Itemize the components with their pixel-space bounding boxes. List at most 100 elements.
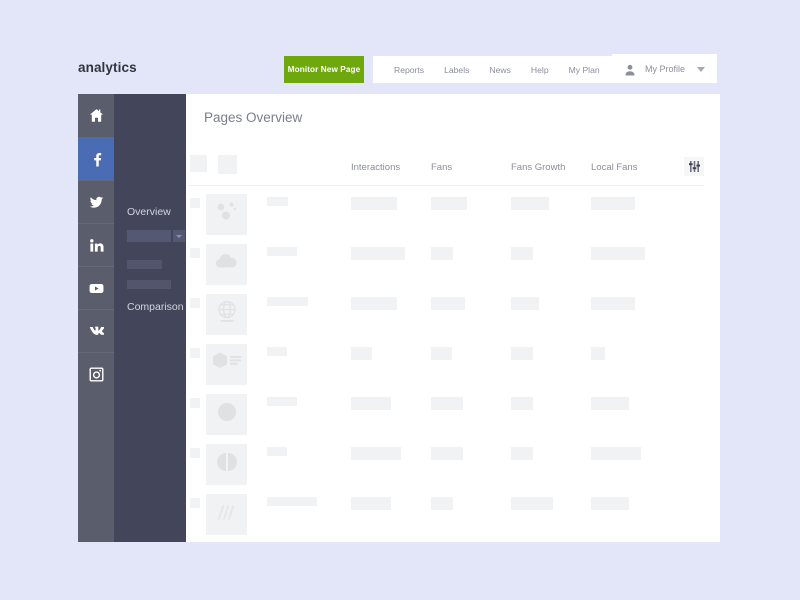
linkedin-icon: [89, 238, 104, 253]
page-title: Pages Overview: [204, 110, 303, 125]
column-header-local-fans[interactable]: Local Fans: [591, 162, 637, 173]
youtube-icon: [89, 281, 104, 296]
dashboard-card: Overview Comparison Pages Overview Inter…: [78, 94, 720, 542]
page-thumbnail: [206, 244, 247, 285]
nav-item-labels[interactable]: Labels: [434, 65, 479, 75]
social-network-rail: [78, 94, 114, 542]
top-bar: analytics Monitor New Page Reports Labels…: [0, 0, 800, 94]
monitor-new-page-button[interactable]: Monitor New Page: [284, 56, 364, 83]
instagram-icon: [89, 367, 104, 382]
header-placeholder-checkbox[interactable]: [190, 155, 207, 172]
secondary-panel: Overview Comparison: [114, 94, 186, 542]
metric-placeholder: [591, 497, 629, 510]
split-circle-icon: [212, 447, 242, 482]
metric-placeholder: [431, 397, 463, 410]
nav-item-news[interactable]: News: [479, 65, 521, 75]
table-row[interactable]: [186, 294, 720, 344]
main-nav: Reports Labels News Help My Plan: [373, 56, 621, 83]
nav-item-my-plan[interactable]: My Plan: [559, 65, 610, 75]
table-row[interactable]: [186, 344, 720, 394]
sliders-icon[interactable]: [684, 157, 704, 176]
metric-placeholder: [431, 497, 453, 510]
column-header-fans[interactable]: Fans: [431, 162, 452, 173]
page-thumbnail: [206, 394, 247, 435]
row-checkbox[interactable]: [190, 298, 200, 308]
header-divider: [188, 185, 704, 186]
panel-title-overview[interactable]: Overview: [127, 206, 171, 218]
metric-placeholder: [351, 397, 391, 410]
metric-placeholder: [351, 447, 401, 460]
row-checkbox[interactable]: [190, 498, 200, 508]
table-row[interactable]: [186, 494, 720, 544]
person-icon: [624, 63, 636, 75]
panel-placeholder-bar: [127, 260, 162, 269]
table-row[interactable]: [186, 444, 720, 494]
page-name-placeholder: [267, 447, 287, 456]
table-row[interactable]: [186, 394, 720, 444]
panel-item-comparison[interactable]: Comparison: [127, 301, 184, 313]
chevron-down-icon: [176, 234, 182, 238]
metric-placeholder: [511, 247, 533, 260]
rail-item-youtube[interactable]: [78, 266, 114, 309]
page-name-placeholder: [267, 247, 297, 256]
brand-logo: analytics: [78, 60, 137, 75]
nav-item-reports[interactable]: Reports: [384, 65, 434, 75]
metric-placeholder: [511, 347, 533, 360]
home-icon: [89, 108, 104, 123]
slashes-icon: [212, 497, 242, 532]
metric-placeholder: [351, 497, 391, 510]
page-thumbnail: [206, 194, 247, 235]
panel-placeholder-bar: [127, 280, 171, 289]
metric-placeholder: [351, 197, 397, 210]
globe-icon: [212, 297, 242, 332]
metric-placeholder: [511, 397, 533, 410]
row-checkbox[interactable]: [190, 198, 200, 208]
panel-select-placeholder[interactable]: [127, 230, 171, 242]
twitter-icon: [89, 195, 104, 210]
pages-overview-section: Pages Overview Interactions Fans Fans Grow…: [186, 94, 720, 542]
metric-placeholder: [431, 447, 463, 460]
metric-placeholder: [591, 347, 605, 360]
header-placeholder-thumb: [218, 155, 237, 174]
chevron-down-icon: [697, 67, 705, 72]
table-row[interactable]: [186, 244, 720, 294]
row-checkbox[interactable]: [190, 348, 200, 358]
page-name-placeholder: [267, 397, 297, 406]
rail-item-vk[interactable]: [78, 309, 114, 352]
page-name-placeholder: [267, 197, 288, 206]
metric-placeholder: [351, 247, 405, 260]
metric-placeholder: [431, 247, 453, 260]
panel-select-caret[interactable]: [173, 230, 185, 242]
metric-placeholder: [511, 297, 539, 310]
metric-placeholder: [591, 297, 635, 310]
profile-menu[interactable]: My Profile: [612, 54, 717, 83]
metric-placeholder: [431, 297, 465, 310]
metric-placeholder: [431, 197, 467, 210]
table-row[interactable]: [186, 194, 720, 244]
page-thumbnail: [206, 294, 247, 335]
rail-item-twitter[interactable]: [78, 180, 114, 223]
rail-item-instagram[interactable]: [78, 352, 114, 395]
page-thumbnail: [206, 494, 247, 535]
vk-icon: [89, 324, 104, 339]
column-header-interactions[interactable]: Interactions: [351, 162, 400, 173]
rail-item-linkedin[interactable]: [78, 223, 114, 266]
metric-placeholder: [511, 197, 549, 210]
circle-icon: [212, 397, 242, 432]
row-checkbox[interactable]: [190, 398, 200, 408]
metric-placeholder: [591, 397, 629, 410]
page-thumbnail: [206, 344, 247, 385]
facebook-icon: [89, 152, 104, 167]
column-header-fans-growth[interactable]: Fans Growth: [511, 162, 565, 173]
rail-item-facebook[interactable]: [78, 137, 114, 180]
metric-placeholder: [511, 497, 553, 510]
row-checkbox[interactable]: [190, 448, 200, 458]
metric-placeholder: [431, 347, 452, 360]
metric-placeholder: [591, 447, 641, 460]
page-name-placeholder: [267, 297, 308, 306]
rail-item-home[interactable]: [78, 94, 114, 137]
metric-placeholder: [351, 297, 397, 310]
nav-item-help[interactable]: Help: [521, 65, 559, 75]
hexagon-lines-icon: [210, 347, 244, 382]
row-checkbox[interactable]: [190, 248, 200, 258]
